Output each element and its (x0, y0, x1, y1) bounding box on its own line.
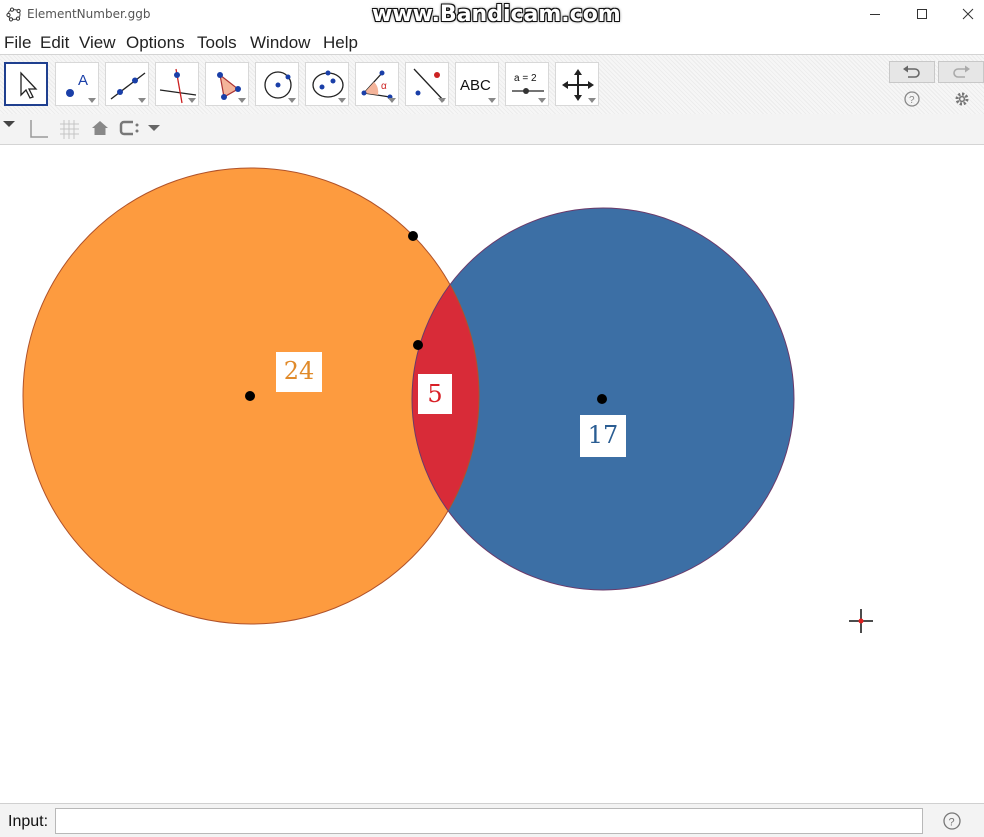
axes-toggle-icon[interactable] (27, 118, 49, 140)
point-capture-icon[interactable] (119, 120, 141, 136)
help-icon[interactable]: ? (904, 91, 920, 107)
undo-icon (903, 65, 920, 78)
style-bar-toggle-icon[interactable] (2, 119, 16, 129)
cursor-arrow-icon (20, 71, 38, 99)
redo-icon (953, 65, 970, 78)
toolbar: A α ABC a = 2 ? (0, 54, 984, 116)
menu-bar: File Edit View Options Tools Window Help (0, 30, 984, 54)
title-bar: ElementNumber.ggb www.Bandicam.com (0, 0, 984, 30)
minimize-button[interactable] (852, 0, 898, 28)
blue-center-point[interactable] (597, 394, 607, 404)
move-tool-button[interactable] (4, 62, 48, 106)
window-title: ElementNumber.ggb (27, 7, 151, 21)
undo-button[interactable] (889, 61, 935, 83)
graphics-view[interactable]: 24 5 17 (0, 145, 984, 803)
redo-button[interactable] (938, 61, 984, 83)
menu-file[interactable]: File (4, 33, 31, 53)
angle-tool-button[interactable]: α (355, 62, 399, 106)
crosshair-cursor-icon (849, 609, 873, 633)
maximize-icon (917, 9, 927, 19)
home-view-icon[interactable] (91, 119, 109, 137)
geogebra-app-icon (6, 7, 21, 22)
blue-label[interactable]: 17 (588, 421, 619, 449)
input-help-icon[interactable]: ? (943, 812, 961, 830)
text-tool-button[interactable]: ABC (455, 62, 499, 106)
svg-text:?: ? (909, 95, 915, 106)
perpendicular-line-tool-button[interactable] (155, 62, 199, 106)
orange-radius-point[interactable] (408, 231, 418, 241)
blue-radius-point[interactable] (413, 340, 423, 350)
circle-center-point-tool-button[interactable] (255, 62, 299, 106)
menu-options[interactable]: Options (126, 33, 185, 53)
gear-icon[interactable] (954, 91, 970, 107)
close-button[interactable] (945, 0, 984, 28)
point-tool-button[interactable]: A (55, 62, 99, 106)
slider-tool-label: a = 2 (514, 73, 537, 84)
menu-tools[interactable]: Tools (197, 33, 237, 53)
maximize-button[interactable] (899, 0, 945, 28)
orange-label[interactable]: 24 (284, 357, 315, 385)
style-bar (0, 114, 984, 145)
menu-edit[interactable]: Edit (40, 33, 69, 53)
recording-watermark: www.Bandicam.com (372, 2, 621, 27)
reflect-tool-button[interactable] (405, 62, 449, 106)
chevron-down-icon[interactable] (147, 123, 161, 133)
grid-toggle-icon[interactable] (58, 118, 80, 140)
input-field[interactable] (55, 808, 923, 834)
move-graphics-view-tool-button[interactable] (555, 62, 599, 106)
input-bar: Input: ? (0, 803, 984, 837)
minimize-icon (870, 14, 880, 15)
line-tool-button[interactable] (105, 62, 149, 106)
menu-view[interactable]: View (79, 33, 116, 53)
input-label: Input: (8, 813, 49, 830)
menu-window[interactable]: Window (250, 33, 310, 53)
ellipse-tool-button[interactable] (305, 62, 349, 106)
close-icon (962, 8, 974, 20)
orange-center-point[interactable] (245, 391, 255, 401)
svg-text:?: ? (949, 817, 955, 829)
angle-tool-label: α (381, 81, 387, 92)
slider-tool-button[interactable]: a = 2 (505, 62, 549, 106)
menu-help[interactable]: Help (323, 33, 358, 53)
text-tool-label: ABC (460, 77, 491, 94)
intersection-label[interactable]: 5 (427, 380, 442, 408)
point-tool-label: A (78, 72, 88, 89)
polygon-tool-button[interactable] (205, 62, 249, 106)
